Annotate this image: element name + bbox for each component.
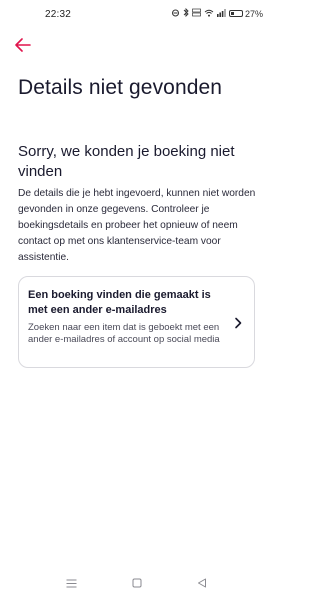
battery-indicator: 27% [228, 8, 263, 19]
menu-icon [66, 579, 76, 587]
nav-home-button[interactable] [130, 576, 144, 590]
arrow-left-icon [15, 38, 31, 52]
nav-back-button[interactable] [195, 576, 209, 590]
body-text: De details die je hebt ingevoerd, kunnen… [18, 188, 256, 263]
bluetooth-icon [183, 7, 189, 19]
chevron-right-icon [235, 317, 242, 329]
status-time: 22:32 [45, 9, 72, 20]
network-speed-icon [192, 8, 201, 19]
battery-percentage: 27% [244, 8, 263, 19]
signal-icon [216, 8, 226, 19]
status-icons: 27% [171, 7, 263, 19]
card-description: Zoeken naar een item dat is geboekt met … [28, 322, 220, 345]
wifi-icon [204, 9, 214, 19]
triangle-back-icon [198, 578, 206, 588]
section-heading: Sorry, we konden je boeking niet vinden [18, 143, 235, 180]
status-bar: 22:32 27% [0, 0, 273, 30]
find-booking-other-email-card[interactable]: Een boeking vinden die gemaakt is met ee… [18, 276, 255, 368]
system-navigation-bar [0, 564, 273, 600]
do-not-disturb-icon [171, 9, 180, 19]
back-button[interactable] [12, 35, 34, 55]
page-title: Details niet gevonden [18, 76, 223, 99]
card-title: Een boeking vinden die gemaakt is met ee… [28, 289, 211, 316]
nav-menu-button[interactable] [64, 576, 78, 590]
square-home-icon [132, 578, 142, 588]
battery-icon [228, 10, 243, 17]
